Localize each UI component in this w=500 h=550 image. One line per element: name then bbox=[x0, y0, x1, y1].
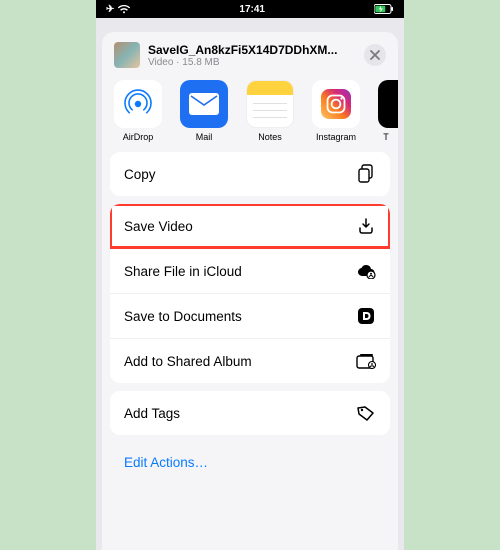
action-add-tags-label: Add Tags bbox=[124, 406, 180, 421]
mail-icon bbox=[189, 93, 219, 115]
app-mail-label: Mail bbox=[180, 132, 228, 142]
wifi-icon bbox=[118, 5, 130, 14]
shared-album-icon bbox=[356, 351, 376, 371]
share-sheet: SaveIG_An8kzFi5X14D7DDhXM... Video · 15.… bbox=[102, 32, 398, 550]
action-share-icloud-label: Share File in iCloud bbox=[124, 264, 242, 279]
action-save-documents[interactable]: Save to Documents bbox=[110, 293, 390, 338]
action-shared-album[interactable]: Add to Shared Album bbox=[110, 338, 390, 383]
phone-frame: ✈ 17:41 SaveIG_An8kzFi5X14D7DDhXM... Vid… bbox=[96, 0, 404, 550]
app-next-label: T bbox=[378, 132, 394, 142]
status-time: 17:41 bbox=[239, 4, 265, 15]
instagram-icon bbox=[319, 87, 353, 121]
action-copy[interactable]: Copy bbox=[110, 152, 390, 196]
download-icon bbox=[356, 216, 376, 236]
copy-icon bbox=[356, 164, 376, 184]
edit-actions[interactable]: Edit Actions… bbox=[110, 443, 390, 482]
documents-icon bbox=[356, 306, 376, 326]
file-name: SaveIG_An8kzFi5X14D7DDhXM... bbox=[148, 43, 364, 57]
action-save-video[interactable]: Save Video bbox=[110, 204, 390, 248]
actions-list: Copy Save Video Share File in iCloud bbox=[102, 152, 398, 482]
action-copy-label: Copy bbox=[124, 167, 156, 182]
battery-icon bbox=[374, 4, 394, 14]
app-notes[interactable]: Notes bbox=[246, 80, 294, 142]
app-airdrop-label: AirDrop bbox=[114, 132, 162, 142]
app-instagram[interactable]: Instagram bbox=[312, 80, 360, 142]
action-share-icloud[interactable]: Share File in iCloud bbox=[110, 248, 390, 293]
tag-icon bbox=[356, 403, 376, 423]
share-apps-row: AirDrop Mail Notes bbox=[102, 76, 398, 152]
status-bar: ✈ 17:41 bbox=[96, 0, 404, 18]
notes-icon bbox=[247, 81, 293, 95]
app-mail[interactable]: Mail bbox=[180, 80, 228, 142]
action-save-video-label: Save Video bbox=[124, 219, 193, 234]
sheet-header: SaveIG_An8kzFi5X14D7DDhXM... Video · 15.… bbox=[102, 32, 398, 76]
file-meta: Video · 15.8 MB bbox=[148, 57, 364, 68]
app-next[interactable]: T bbox=[378, 80, 394, 142]
edit-actions-label: Edit Actions… bbox=[124, 455, 208, 470]
file-thumbnail[interactable] bbox=[114, 42, 140, 68]
app-airdrop[interactable]: AirDrop bbox=[114, 80, 162, 142]
action-add-tags[interactable]: Add Tags bbox=[110, 391, 390, 435]
airplane-icon: ✈ bbox=[106, 4, 114, 15]
airdrop-icon bbox=[121, 87, 155, 121]
action-shared-album-label: Add to Shared Album bbox=[124, 354, 252, 369]
close-icon bbox=[370, 50, 380, 60]
icloud-share-icon bbox=[356, 261, 376, 281]
close-button[interactable] bbox=[364, 44, 386, 66]
action-save-documents-label: Save to Documents bbox=[124, 309, 242, 324]
app-notes-label: Notes bbox=[246, 132, 294, 142]
app-instagram-label: Instagram bbox=[312, 132, 360, 142]
